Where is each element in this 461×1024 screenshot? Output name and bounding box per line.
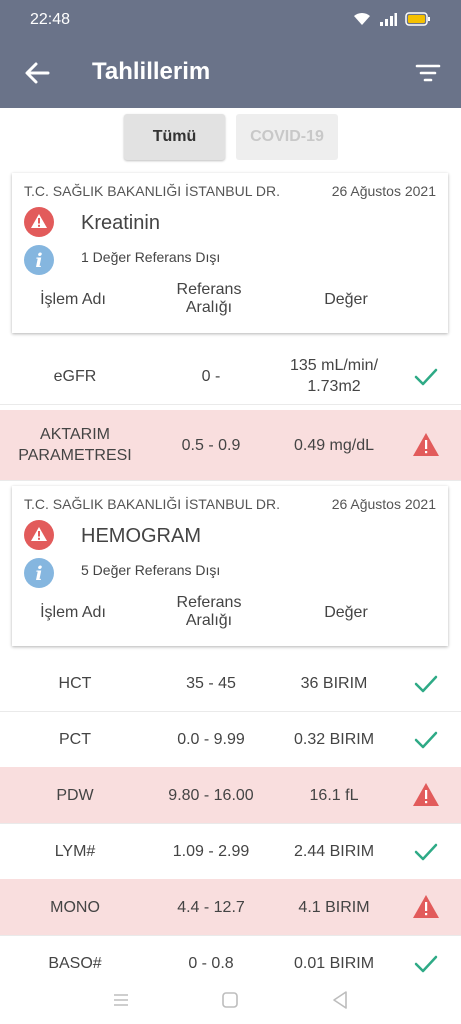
result-row[interactable]: eGFR 0 - 135 mL/min/ 1.73m2 [0, 348, 461, 405]
svg-text:i: i [35, 563, 42, 585]
institution-name: T.C. SAĞLIK BAKANLIĞI İSTANBUL DR. [24, 183, 280, 199]
app-bar: Tahlillerim [0, 38, 461, 108]
tab-all[interactable]: Tümü [124, 114, 225, 160]
status-icons [353, 12, 431, 26]
result-range: 0 - [201, 367, 221, 385]
column-header-name: İşlem Adı [40, 604, 106, 621]
result-name: eGFR [53, 367, 97, 385]
column-header-value: Değer [324, 291, 368, 308]
column-header-range: Referans Aralığı [176, 281, 242, 316]
out-of-range-count: 1 Değer Referans Dışı [81, 249, 221, 265]
result-name: LYM# [54, 842, 96, 860]
result-name: HCT [58, 674, 92, 692]
result-name: PCT [59, 730, 91, 748]
warning-triangle-icon [413, 433, 439, 456]
system-nav-bar [0, 976, 461, 1024]
page-title: Tahlillerim [92, 58, 211, 85]
test-name: HEMOGRAM [81, 525, 201, 547]
result-value: 16.1 fL [309, 786, 359, 804]
result-range: 4.4 - 12.7 [177, 898, 245, 916]
result-value: 135 mL/min/ 1.73m2 [289, 357, 379, 395]
home-icon[interactable] [218, 988, 242, 1012]
check-icon [414, 955, 438, 973]
result-row[interactable]: PCT 0.0 - 9.99 0.32 BIRIM [0, 711, 461, 768]
result-range: 0.5 - 0.9 [181, 436, 241, 454]
result-name: PDW [56, 786, 94, 804]
info-icon: i [24, 558, 54, 588]
test-name: Kreatinin [81, 212, 160, 234]
test-group-card[interactable]: T.C. SAĞLIK BAKANLIĞI İSTANBUL DR. 26 Ağ… [12, 486, 448, 646]
battery-icon [405, 12, 430, 26]
result-range: 35 - 45 [186, 674, 236, 692]
filter-icon[interactable] [415, 60, 441, 86]
warning-triangle-icon [413, 783, 439, 806]
signal-icon [380, 13, 397, 26]
back-arrow-icon[interactable] [22, 58, 52, 88]
status-bar: 22:48 [0, 0, 461, 38]
check-icon [414, 843, 438, 861]
result-value: 0.49 mg/dL [293, 436, 375, 454]
result-range: 0.0 - 9.99 [177, 730, 245, 748]
result-value: 4.1 BIRIM [298, 898, 370, 916]
result-row[interactable]: PDW 9.80 - 16.00 16.1 fL [0, 767, 461, 824]
svg-text:i: i [35, 250, 42, 272]
filter-tabs: Tümü COVID-19 [0, 114, 461, 162]
test-date: 26 Ağustos 2021 [331, 496, 436, 512]
test-group-card[interactable]: T.C. SAĞLIK BAKANLIĞI İSTANBUL DR. 26 Ağ… [12, 173, 448, 333]
check-icon [414, 731, 438, 749]
result-value: 0.32 BIRIM [293, 730, 375, 748]
check-icon [414, 368, 438, 386]
result-row[interactable]: LYM# 1.09 - 2.99 2.44 BIRIM [0, 823, 461, 880]
column-header-value: Değer [324, 604, 368, 621]
column-header-range: Referans Aralığı [176, 594, 242, 629]
menu-icon[interactable] [109, 988, 133, 1012]
result-row[interactable]: MONO 4.4 - 12.7 4.1 BIRIM [0, 879, 461, 936]
tab-covid19[interactable]: COVID-19 [236, 114, 338, 160]
status-time: 22:48 [30, 11, 71, 28]
wifi-icon [354, 12, 370, 25]
out-of-range-count: 5 Değer Referans Dışı [81, 562, 221, 578]
result-range: 9.80 - 16.00 [168, 786, 254, 804]
result-value: 36 BIRIM [300, 674, 368, 692]
check-icon [414, 675, 438, 693]
result-value: 2.44 BIRIM [293, 842, 375, 860]
column-header-name: İşlem Adı [40, 291, 106, 308]
result-name: AKTARIM PARAMETRESI [18, 426, 132, 464]
result-range: 1.09 - 2.99 [172, 842, 250, 860]
back-icon[interactable] [328, 988, 352, 1012]
warning-triangle-icon [413, 895, 439, 918]
institution-name: T.C. SAĞLIK BAKANLIĞI İSTANBUL DR. [24, 496, 280, 512]
warning-icon [24, 520, 54, 550]
result-name: MONO [50, 898, 100, 916]
test-date: 26 Ağustos 2021 [331, 183, 436, 199]
info-icon: i [24, 245, 54, 275]
result-row[interactable]: AKTARIM PARAMETRESI 0.5 - 0.9 0.49 mg/dL [0, 410, 461, 481]
warning-icon [24, 207, 54, 237]
result-row[interactable]: HCT 35 - 45 36 BIRIM [0, 655, 461, 712]
